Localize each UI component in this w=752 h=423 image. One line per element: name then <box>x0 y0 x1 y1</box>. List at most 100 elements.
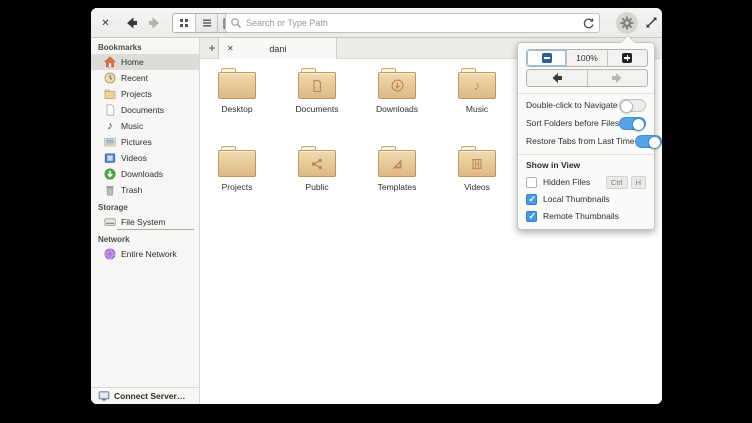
folder-music-icon: ♪ <box>458 68 496 99</box>
sidebar-item-pictures[interactable]: Pictures <box>91 134 199 150</box>
folder-templates-icon <box>378 146 416 177</box>
network-globe-icon <box>104 248 116 260</box>
file-item-videos[interactable]: Videos <box>444 146 510 192</box>
file-label: Videos <box>464 182 490 192</box>
sidebar-item-documents[interactable]: Documents <box>91 102 199 118</box>
sidebar-item-entire-network[interactable]: Entire Network <box>91 246 199 262</box>
music-note-glyph: ♪ <box>473 77 481 93</box>
file-item-music[interactable]: ♪ Music <box>444 68 510 114</box>
menu-item-label: Hidden Files <box>543 177 591 187</box>
bookmarks-header: Bookmarks <box>98 43 142 52</box>
fullscreen-button[interactable] <box>643 15 660 32</box>
menu-separator <box>518 154 654 155</box>
window-close-button[interactable]: ✕ <box>98 16 113 31</box>
sidebar-item-label: Trash <box>121 185 143 195</box>
sidebar-item-label: Downloads <box>121 169 164 179</box>
settings-menu: 100% Double-click to Navigate Sort Folde… <box>517 35 662 230</box>
file-label: Public <box>305 182 329 192</box>
menu-item-label: Sort Folders before Files <box>526 118 620 128</box>
sidebar-item-music[interactable]: ♪ Music <box>91 118 199 134</box>
sidebar-item-downloads[interactable]: Downloads <box>91 166 199 182</box>
file-item-documents[interactable]: Documents <box>284 68 350 114</box>
menu-item-sort-folders[interactable]: Sort Folders before Files <box>526 115 647 131</box>
back-arrow-icon <box>127 17 137 29</box>
menu-item-remote-thumbnails[interactable]: Remote Thumbnails <box>526 208 646 224</box>
connect-server-button[interactable]: Connect Server… <box>91 387 199 404</box>
menu-separator <box>518 93 654 94</box>
file-label: Templates <box>377 182 417 192</box>
menu-history-control <box>526 69 648 87</box>
toolbar: ✕ <box>91 8 662 38</box>
folder-public-icon <box>298 146 336 177</box>
menu-back-icon <box>552 73 562 83</box>
sidebar-item-label: Documents <box>121 105 164 115</box>
file-item-desktop[interactable]: Desktop <box>204 68 270 114</box>
folder-downloads-icon <box>378 68 416 99</box>
menu-item-label: Local Thumbnails <box>543 194 610 204</box>
zoom-in-button[interactable] <box>608 50 647 66</box>
fullscreen-icon <box>646 17 657 28</box>
remote-thumbnails-checkbox[interactable] <box>526 210 537 222</box>
file-label: Desktop <box>221 104 253 114</box>
list-view-button[interactable] <box>195 14 217 32</box>
film-glyph <box>472 158 482 169</box>
tab-dani[interactable]: ✕ dani <box>218 38 337 59</box>
home-icon <box>104 56 116 68</box>
file-item-downloads[interactable]: Downloads <box>364 68 430 114</box>
download-glyph <box>390 79 404 92</box>
restore-tabs-toggle[interactable] <box>634 134 662 149</box>
sidebar-item-label: Music <box>121 121 144 131</box>
grid-view-button[interactable] <box>173 14 195 32</box>
back-button[interactable] <box>121 13 141 33</box>
sidebar-item-label: File System <box>121 217 166 227</box>
zoom-out-button[interactable] <box>527 50 567 66</box>
menu-item-double-click[interactable]: Double-click to Navigate <box>526 97 646 113</box>
file-label: Music <box>465 104 489 114</box>
search-icon <box>231 18 241 28</box>
sidebar-item-label: Entire Network <box>121 249 177 259</box>
file-item-projects[interactable]: Projects <box>204 146 270 192</box>
file-label: Downloads <box>375 104 419 114</box>
file-label: Projects <box>221 182 253 192</box>
network-header: Network <box>98 235 130 244</box>
forward-button[interactable] <box>145 13 165 33</box>
sidebar-item-home[interactable]: Home <box>91 54 199 70</box>
zoom-in-icon <box>622 53 633 63</box>
grid-view-icon <box>180 19 188 27</box>
file-item-templates[interactable]: Templates <box>364 146 430 192</box>
menu-item-local-thumbnails[interactable]: Local Thumbnails <box>526 191 646 207</box>
menu-item-hidden-files[interactable]: Hidden Files Ctrl H <box>526 174 646 190</box>
folder-icon <box>218 68 256 99</box>
sidebar-item-recent[interactable]: Recent <box>91 70 199 86</box>
music-note-icon: ♪ <box>107 120 113 132</box>
sidebar-item-label: Pictures <box>121 137 152 147</box>
search-input[interactable] <box>242 18 582 28</box>
sort-folders-toggle[interactable] <box>619 116 647 131</box>
trash-icon <box>104 184 116 196</box>
sidebar-item-label: Recent <box>121 73 148 83</box>
zoom-control: 100% <box>526 49 648 67</box>
settings-button[interactable] <box>616 12 638 34</box>
refresh-icon[interactable] <box>582 17 595 30</box>
menu-forward-button[interactable] <box>586 70 648 86</box>
file-item-public[interactable]: Public <box>284 146 350 192</box>
double-click-toggle[interactable] <box>619 98 646 113</box>
clock-icon <box>104 72 116 84</box>
folder-videos-icon <box>458 146 496 177</box>
hidden-files-checkbox[interactable] <box>526 176 537 188</box>
local-thumbnails-checkbox[interactable] <box>526 193 537 205</box>
sidebar-item-file-system[interactable]: File System <box>91 214 199 230</box>
menu-back-button[interactable] <box>527 70 587 86</box>
menu-item-label: Restore Tabs from Last Time <box>526 136 635 146</box>
file-label: Documents <box>295 104 339 114</box>
tab-close-button[interactable]: ✕ <box>219 44 234 53</box>
menu-item-label: Remote Thumbnails <box>543 211 619 221</box>
document-glyph <box>313 79 322 92</box>
menu-item-restore-tabs[interactable]: Restore Tabs from Last Time <box>526 133 662 149</box>
sidebar-item-trash[interactable]: Trash <box>91 182 199 198</box>
sidebar-item-videos[interactable]: Videos <box>91 150 199 166</box>
sidebar-item-projects[interactable]: Projects <box>91 86 199 102</box>
sidebar-item-label: Videos <box>121 153 147 163</box>
shortcut-key-h: H <box>630 175 646 189</box>
folder-documents-icon <box>298 68 336 99</box>
